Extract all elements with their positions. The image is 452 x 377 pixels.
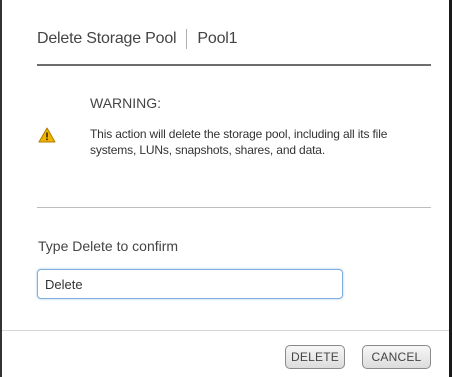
header-separator (186, 29, 188, 49)
section-divider (37, 207, 431, 208)
dialog-header: Delete Storage Pool Pool1 (37, 28, 238, 50)
delete-button[interactable]: DELETE (285, 345, 345, 369)
cancel-button[interactable]: CANCEL (362, 345, 431, 369)
dialog-left-border (0, 0, 2, 377)
warning-message: This action will delete the storage pool… (90, 127, 388, 157)
header-divider (37, 64, 431, 66)
pool-name: Pool1 (197, 30, 238, 47)
footer-divider (2, 330, 449, 331)
warning-triangle-icon (38, 127, 56, 143)
confirm-label: Type Delete to confirm (38, 238, 179, 254)
warning-title: WARNING: (90, 95, 162, 111)
confirm-input[interactable] (37, 269, 343, 299)
dialog-title: Delete Storage Pool (37, 30, 177, 47)
delete-storage-pool-dialog: Delete Storage Pool Pool1 WARNING: This … (0, 0, 452, 377)
